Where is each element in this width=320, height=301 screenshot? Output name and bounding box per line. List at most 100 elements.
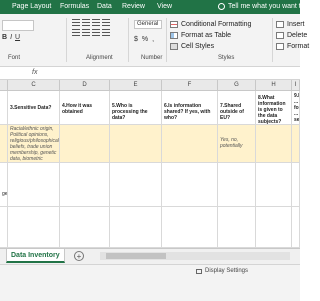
- cell-empty[interactable]: [60, 207, 110, 248]
- format-as-table-button[interactable]: Format as Table: [170, 30, 251, 41]
- insert-icon: [276, 21, 284, 28]
- align-top-icon[interactable]: [72, 19, 80, 26]
- column-header-g[interactable]: G: [218, 80, 256, 91]
- cell-g-outside-eu[interactable]: Yes, no, potentially: [218, 125, 256, 163]
- format-as-table-icon: [170, 32, 178, 39]
- group-divider: [166, 18, 167, 62]
- italic-button[interactable]: I: [10, 34, 12, 41]
- column-header-i[interactable]: I: [292, 80, 300, 91]
- bold-button[interactable]: B: [2, 34, 7, 41]
- cell-f-header[interactable]: 6.Is information shared? If yes, with wh…: [162, 91, 218, 125]
- cell-b-header[interactable]: [0, 91, 8, 125]
- tab-data[interactable]: Data: [97, 3, 112, 10]
- cell-empty[interactable]: [292, 207, 300, 248]
- cell-empty[interactable]: [218, 163, 256, 207]
- display-settings-button[interactable]: Display Settings: [205, 268, 248, 274]
- percent-button[interactable]: %: [142, 36, 148, 43]
- format-label: Format: [287, 43, 310, 50]
- number-format-dropdown[interactable]: General: [134, 20, 162, 29]
- align-left-icon[interactable]: [72, 29, 80, 36]
- cell-i[interactable]: [292, 125, 300, 163]
- number-group-label: Number: [141, 55, 163, 61]
- align-right-icon[interactable]: [92, 29, 100, 36]
- align-middle-icon[interactable]: [82, 19, 90, 26]
- group-divider: [272, 18, 273, 62]
- cell-styles-button[interactable]: Cell Styles: [170, 41, 251, 52]
- cell-empty[interactable]: [60, 163, 110, 207]
- cell-c-sensitive-data[interactable]: Racial/ethnic origin, Political opinions…: [8, 125, 60, 163]
- cell-empty[interactable]: [110, 207, 162, 248]
- font-name-dropdown[interactable]: [2, 20, 34, 31]
- cell-empty[interactable]: [110, 163, 162, 207]
- column-header-h[interactable]: H: [256, 80, 292, 91]
- column-header-b[interactable]: [0, 80, 8, 91]
- cell-i-header[interactable]: 9.Is ... for ... sensit... perso...: [292, 91, 300, 125]
- tab-review[interactable]: Review: [122, 3, 145, 10]
- cell-empty[interactable]: [292, 163, 300, 207]
- font-buttons: B I U: [2, 34, 20, 41]
- format-button[interactable]: Format: [276, 41, 309, 52]
- merge-center-icon[interactable]: [102, 29, 110, 36]
- comma-button[interactable]: ,: [152, 36, 154, 43]
- cell-d-header[interactable]: 4.How it was obtained: [60, 91, 110, 125]
- tell-me-box[interactable]: Tell me what you want to do: [218, 3, 314, 10]
- currency-button[interactable]: $: [134, 36, 138, 43]
- conditional-formatting-label: Conditional Formatting: [181, 21, 252, 28]
- tab-page-layout[interactable]: Page Layout: [12, 3, 51, 10]
- scrollbar-thumb[interactable]: [106, 253, 166, 259]
- cell-b-fragment[interactable]: ge: [0, 163, 8, 207]
- cell-empty[interactable]: [0, 207, 8, 248]
- cell-empty[interactable]: [256, 207, 292, 248]
- cell-d-obtained[interactable]: [60, 125, 110, 163]
- ribbon: B I U Font Alignment General $ % , Numbe…: [0, 14, 309, 67]
- cell-styles-icon: [170, 43, 178, 50]
- tab-formulas[interactable]: Formulas: [60, 3, 89, 10]
- cell-f-shared[interactable]: [162, 125, 218, 163]
- underline-button[interactable]: U: [15, 34, 20, 41]
- cell-h-info-given[interactable]: [256, 125, 292, 163]
- fx-icon[interactable]: fx: [32, 69, 37, 76]
- format-as-table-label: Format as Table: [181, 32, 232, 39]
- display-settings-icon[interactable]: [196, 269, 202, 274]
- cell-empty[interactable]: [162, 207, 218, 248]
- font-group-label: Font: [8, 55, 21, 61]
- column-header-d[interactable]: D: [60, 80, 110, 91]
- alignment-group-label: Alignment: [86, 55, 113, 61]
- column-header-f[interactable]: F: [162, 80, 218, 91]
- align-bottom-icon[interactable]: [92, 19, 100, 26]
- formula-bar[interactable]: fx: [0, 67, 300, 80]
- cell-h-header[interactable]: 8.What information is given to the data …: [256, 91, 292, 125]
- insert-button[interactable]: Insert: [276, 19, 309, 30]
- delete-button[interactable]: Delete: [276, 30, 309, 41]
- cell-e-header[interactable]: 5.Who is processing the data?: [110, 91, 162, 125]
- align-center-icon[interactable]: [82, 29, 90, 36]
- cell-empty[interactable]: [8, 207, 60, 248]
- worksheet-grid[interactable]: C D E F G H I 3.Sensitive Data? 4.How it…: [0, 80, 300, 248]
- cells-commands: Insert Delete Format: [276, 19, 309, 52]
- cell-g-header[interactable]: 7.Shared outside of EU?: [218, 91, 256, 125]
- cell-empty[interactable]: [256, 163, 292, 207]
- styles-group-label: Styles: [218, 55, 235, 61]
- tell-me-text: Tell me what you want to do: [228, 3, 315, 10]
- ribbon-tab-bar: Page Layout Formulas Data Review View Te…: [0, 0, 314, 14]
- cell-c-header[interactable]: 3.Sensitive Data?: [8, 91, 60, 125]
- column-header-c[interactable]: C: [8, 80, 60, 91]
- styles-commands: Conditional Formatting Format as Table C…: [170, 19, 251, 52]
- column-header-e[interactable]: E: [110, 80, 162, 91]
- group-divider: [66, 18, 67, 62]
- alignment-controls: [72, 19, 110, 39]
- sheet-tab-bar: Data Inventory +: [0, 248, 300, 265]
- add-sheet-icon[interactable]: +: [74, 251, 84, 261]
- cell-e-processor[interactable]: [110, 125, 162, 163]
- horizontal-scrollbar[interactable]: [100, 252, 290, 260]
- cell-styles-label: Cell Styles: [181, 43, 215, 50]
- conditional-formatting-button[interactable]: Conditional Formatting: [170, 19, 251, 30]
- number-buttons: $ % ,: [134, 36, 154, 43]
- sheet-tab-data-inventory[interactable]: Data Inventory: [6, 249, 65, 263]
- wrap-text-icon[interactable]: [102, 19, 110, 26]
- cell-empty[interactable]: [162, 163, 218, 207]
- cell-b-row[interactable]: [0, 125, 8, 163]
- tab-view[interactable]: View: [157, 3, 172, 10]
- cell-empty[interactable]: [218, 207, 256, 248]
- cell-empty[interactable]: [8, 163, 60, 207]
